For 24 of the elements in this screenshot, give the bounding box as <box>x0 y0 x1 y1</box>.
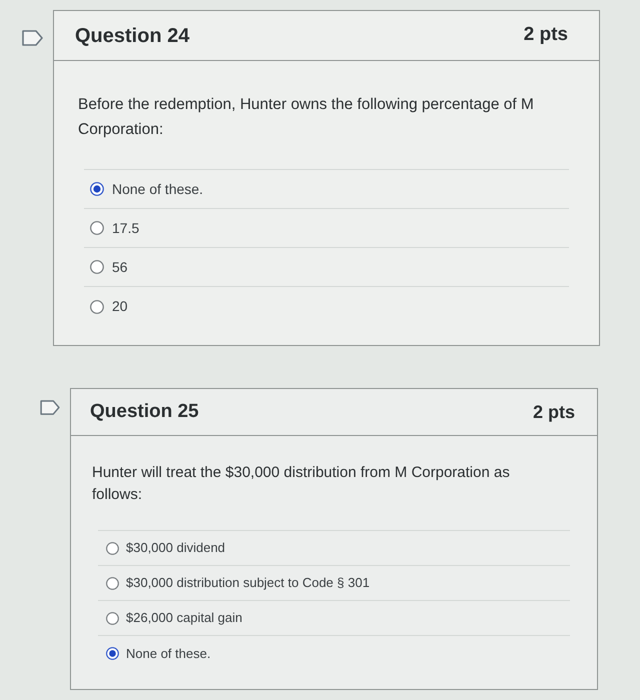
answer-label[interactable]: None of these. <box>126 644 211 664</box>
question-points: 2 pts <box>532 400 575 424</box>
radio-button[interactable] <box>90 300 104 314</box>
answer-label[interactable]: 56 <box>112 256 128 278</box>
radio-button[interactable] <box>90 182 104 196</box>
tag-icon[interactable] <box>40 400 60 415</box>
answer-label[interactable]: 17.5 <box>112 218 140 238</box>
question-title: Question 24 <box>75 24 190 48</box>
answer-label[interactable]: $26,000 capital gain <box>126 608 242 628</box>
tag-icon[interactable] <box>22 30 43 46</box>
radio-button[interactable] <box>106 647 119 660</box>
radio-button[interactable] <box>106 542 119 554</box>
answer-label[interactable]: None of these. <box>112 178 204 200</box>
question-text: Before the redemption, Hunter owns the following percentage of M Corporation: <box>78 95 535 140</box>
radio-button[interactable] <box>106 612 119 624</box>
radio-button[interactable] <box>90 260 104 274</box>
radio-button[interactable] <box>106 576 119 590</box>
radio-button[interactable] <box>90 221 104 235</box>
question-title: Question 25 <box>90 400 199 424</box>
answer-label[interactable]: $30,000 distribution subject to Code § 301 <box>126 573 370 593</box>
answer-label[interactable]: 20 <box>112 296 128 317</box>
question-text: Hunter will treat the $30,000 distribution from M Corporation as follows: <box>92 463 511 505</box>
answer-label[interactable]: $30,000 dividend <box>126 538 226 558</box>
question-points: 2 pts <box>524 23 568 48</box>
